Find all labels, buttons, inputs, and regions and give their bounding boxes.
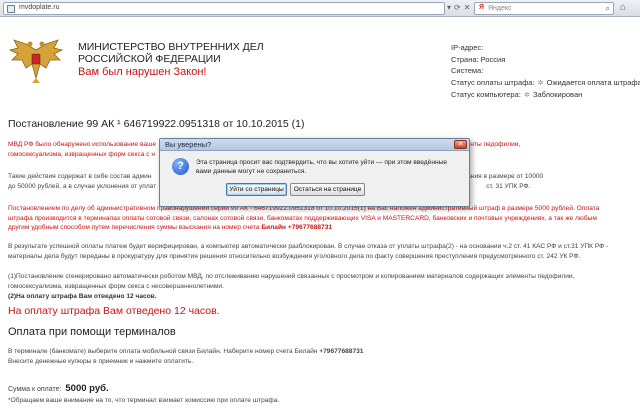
loading-spinner-icon: ✲	[537, 79, 544, 87]
p7-line1: В терминале (банкомате) выберите оплата …	[8, 348, 318, 355]
fine-status-label: Статус оплаты штрафа:	[451, 77, 535, 87]
terminals-heading: Оплата при помощи терминалов	[8, 326, 176, 338]
p2-line2-end: ст. 31 УПК РФ.	[486, 182, 531, 190]
p4-line1: В результате успешной оплаты платеж буде…	[8, 243, 609, 250]
home-icon[interactable]: ⌂	[620, 2, 626, 13]
sum-value: 5000 руб.	[65, 383, 109, 394]
stay-on-page-button[interactable]: Остаться на странице	[290, 183, 365, 196]
p4-line2: материалы дела будут переданы в прокурат…	[8, 252, 581, 260]
search-icon[interactable]: ⌕	[606, 4, 610, 14]
sum-to-pay: Сумма к оплате: 5000 руб.	[8, 383, 109, 394]
p3-line2: штрафа производится в терминалах оплаты …	[8, 214, 597, 222]
p2-line1: Такие действия содержат в себе состав ад…	[8, 173, 152, 180]
dialog-titlebar[interactable]: Вы уверены? ✕	[160, 139, 469, 151]
paragraph-terminal-instructions: В терминале (банкомате) выберите оплата …	[8, 347, 632, 366]
url-text: mvdoplate.ru	[19, 4, 60, 11]
p1-line1: МВД РФ было обнаружено использование ваш…	[8, 141, 157, 148]
paragraph-footnote: (1)Постановление сгенерировано автоматич…	[8, 272, 632, 291]
ministry-title: МИНИСТЕРСТВО ВНУТРЕННИХ ДЕЛ РОССИЙСКОЙ Ф…	[78, 41, 264, 65]
address-bar-buttons[interactable]: ▾⟳✕	[447, 3, 473, 12]
ministry-title-line2: РОССИЙСКОЙ ФЕДЕРАЦИИ	[78, 53, 221, 65]
decree-title: Постановление 99 АК ¹ 646719922.0951318 …	[8, 118, 305, 130]
dialog-message: Эта страница просит вас подтвердить, что…	[196, 159, 448, 175]
paragraph-fine-details: Постановлением по делу об административн…	[8, 204, 632, 233]
pc-status-label: Статус компьютера:	[451, 90, 521, 100]
info-fine-status: Статус оплаты штрафа: ✲ Ожидается оплата…	[451, 77, 640, 90]
favicon-icon	[7, 5, 15, 13]
loading-spinner-icon: ✲	[523, 92, 530, 100]
p7-phone: +79677688731	[319, 348, 364, 355]
search-bar[interactable]: Я Яндекс ⌕	[474, 2, 614, 15]
violation-heading: Вам был нарушен Закон!	[78, 66, 207, 78]
p2-line2: до 50000 рублей, а в случае уклонения от…	[8, 182, 157, 190]
question-icon: ?	[172, 158, 189, 175]
browser-toolbar: mvdoplate.ru ▾⟳✕ Я Яндекс ⌕ ⌂	[0, 0, 640, 17]
close-icon[interactable]: ✕	[454, 140, 467, 149]
info-pc-status: Статус компьютера: ✲ Заблокирован	[451, 89, 640, 102]
dialog-title: Вы уверены?	[165, 140, 212, 149]
p5-line1: (1)Постановление сгенерировано автоматич…	[8, 273, 575, 280]
pc-status-value: Заблокирован	[532, 90, 583, 100]
info-system: Система:	[451, 66, 484, 76]
sum-label: Сумма к оплате:	[8, 386, 62, 393]
p3-phone: Билайн +79677688731	[261, 224, 333, 232]
info-country: Страна: Россия	[451, 54, 506, 64]
deadline-heading: На оплату штрафа Вам отведено 12 часов.	[8, 305, 220, 317]
search-placeholder: Яндекс	[488, 5, 512, 12]
ministry-title-line1: МИНИСТЕРСТВО ВНУТРЕННИХ ДЕЛ	[78, 41, 264, 53]
user-info-panel: IP-адрес: Страна: Россия Система: Статус…	[451, 42, 640, 102]
p5-line2: гомосексуализма, извращенных форм секса …	[8, 282, 224, 290]
fine-status-value: Ожидается оплата штрафа	[546, 77, 640, 87]
commission-note: *Обращаем ваше внимание на то, что терми…	[8, 397, 280, 404]
address-bar[interactable]: mvdoplate.ru	[3, 2, 445, 15]
info-ip: IP-адрес:	[451, 43, 484, 52]
leave-page-dialog: Вы уверены? ✕ ? Эта страница просит вас …	[159, 138, 470, 207]
p3-line3: другим удобным способом путем перечислен…	[8, 224, 260, 232]
paragraph-consequences: В результате успешной оплаты платеж буде…	[8, 242, 632, 261]
double-headed-eagle-emblem	[8, 39, 64, 83]
leave-page-button[interactable]: Уйти со страницы	[226, 183, 287, 196]
paragraph-footnote-2: (2)На оплату штрафа Вам отведено 12 часо…	[8, 293, 157, 300]
p7-line2: Внесите денежные купюры в приемник и наж…	[8, 357, 194, 365]
yandex-logo-icon: Я	[479, 4, 485, 11]
